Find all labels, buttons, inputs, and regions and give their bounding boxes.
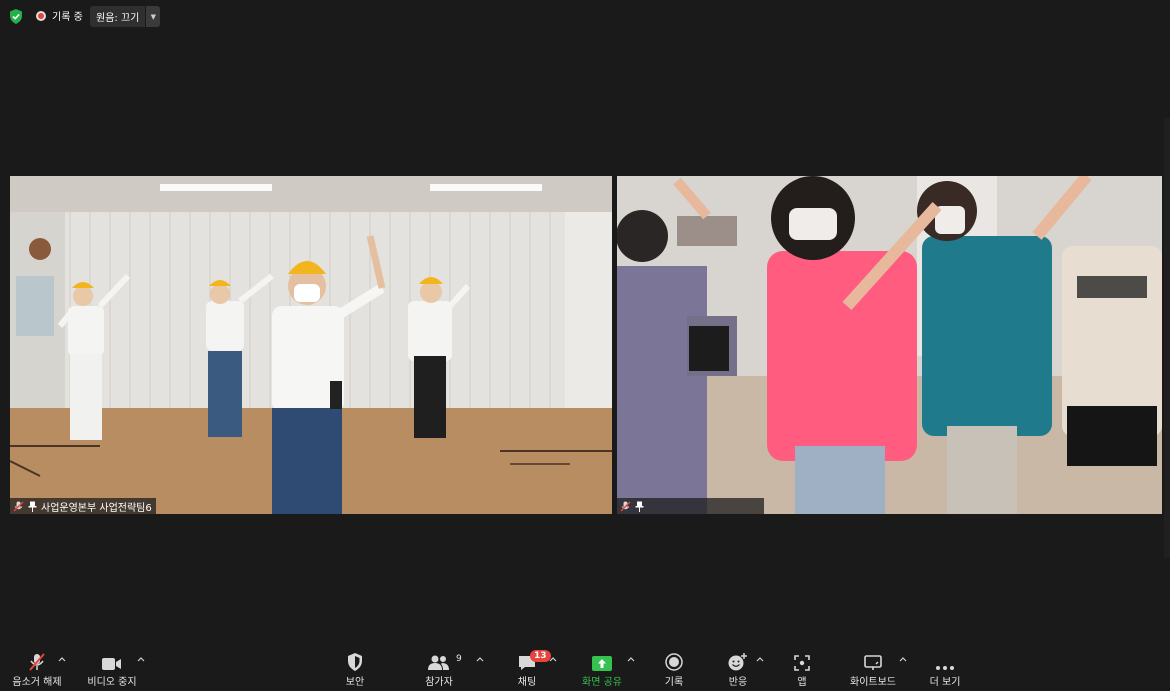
whiteboard-icon	[864, 655, 882, 670]
chat-button[interactable]: 13 채팅	[508, 645, 551, 691]
stop-video-label: 비디오 중지	[87, 677, 137, 688]
unmute-button[interactable]: 음소거 해제	[10, 645, 64, 691]
stop-video-button[interactable]: 비디오 중지	[84, 645, 140, 691]
video-options-chevron-up-icon[interactable]	[135, 653, 147, 665]
participants-label: 참가자	[425, 677, 453, 688]
participants-icon	[428, 655, 449, 670]
participant-name-bar: 사업운영본부 사업전략팀6	[10, 498, 156, 514]
apps-icon	[794, 655, 810, 671]
whiteboard-button[interactable]: 화이트보드	[846, 645, 900, 691]
participants-button[interactable]: 9 참가자	[420, 645, 462, 691]
chevron-down-icon[interactable]: ▼	[145, 6, 161, 27]
encryption-shield-icon[interactable]	[9, 9, 23, 24]
meeting-top-bar: 기록 중 원음: 끄기 ▼	[0, 0, 1170, 32]
participants-options-chevron-up-icon[interactable]	[474, 653, 486, 665]
reactions-options-chevron-up-icon[interactable]	[754, 653, 766, 665]
share-options-chevron-up-icon[interactable]	[625, 653, 637, 665]
whiteboard-label: 화이트보드	[850, 677, 896, 688]
original-sound-toggle[interactable]: 원음: 끄기 ▼	[90, 6, 161, 27]
more-dots-icon	[936, 666, 954, 670]
share-screen-button[interactable]: 화면 공유	[578, 645, 626, 691]
participant-video-feed	[617, 176, 1162, 514]
apps-button[interactable]: 앱	[783, 645, 821, 691]
video-tile[interactable]	[617, 176, 1162, 514]
whiteboard-options-chevron-up-icon[interactable]	[897, 653, 909, 665]
share-screen-icon	[592, 656, 612, 671]
chat-options-chevron-up-icon[interactable]	[547, 653, 559, 665]
record-button[interactable]: 기록	[655, 645, 693, 691]
participant-name: 사업운영본부 사업전략팀6	[41, 502, 152, 514]
recording-indicator[interactable]: 기록 중	[36, 8, 83, 23]
gallery-scrollbar[interactable]	[1164, 118, 1170, 558]
more-button[interactable]: 더 보기	[925, 645, 965, 691]
more-label: 더 보기	[929, 677, 961, 688]
mic-muted-icon	[29, 653, 45, 671]
mic-muted-icon	[13, 501, 24, 511]
audio-options-chevron-up-icon[interactable]	[56, 653, 68, 665]
security-shield-icon	[348, 653, 362, 671]
record-label: 기록	[664, 677, 684, 688]
unmute-label: 음소거 해제	[12, 677, 62, 688]
recording-label: 기록 중	[52, 12, 83, 23]
pin-icon	[635, 501, 644, 512]
participant-video-feed	[10, 176, 612, 514]
meeting-controls-toolbar: 음소거 해제 비디오 중지 보안 9 참가자 13 채팅 화면 공유 기록 반응…	[0, 645, 1170, 691]
reaction-smiley-icon	[728, 653, 747, 671]
video-tile[interactable]: 사업운영본부 사업전략팀6	[10, 176, 612, 514]
participants-count: 9	[456, 654, 462, 664]
record-dot-icon	[36, 10, 46, 21]
share-screen-label: 화면 공유	[582, 677, 622, 688]
original-sound-button[interactable]: 원음: 끄기	[90, 6, 146, 27]
reactions-button[interactable]: 반응	[719, 645, 757, 691]
pin-icon	[28, 501, 37, 512]
security-button[interactable]: 보안	[336, 645, 374, 691]
mic-muted-icon	[620, 501, 631, 511]
security-label: 보안	[345, 677, 365, 688]
chat-label: 채팅	[517, 677, 537, 688]
record-icon	[665, 653, 683, 671]
reactions-label: 반응	[728, 677, 748, 688]
participant-name-bar	[617, 498, 764, 514]
video-camera-icon	[102, 658, 121, 670]
apps-label: 앱	[797, 677, 807, 688]
